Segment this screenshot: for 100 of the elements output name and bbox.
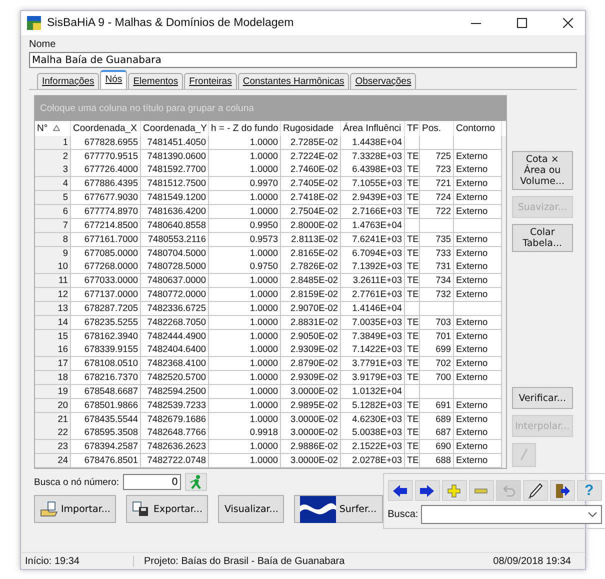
column-header[interactable]: h = - Z do fundo xyxy=(211,122,278,134)
column-header[interactable]: Coordenada_X xyxy=(73,122,137,134)
tab[interactable]: Informações xyxy=(37,73,100,89)
row-number: 6 xyxy=(35,204,71,219)
table-cell: 1.0000 xyxy=(209,357,281,372)
search-combo[interactable] xyxy=(421,505,602,524)
table-cell: 690 xyxy=(420,440,454,454)
tab[interactable]: Fronteiras xyxy=(184,73,237,89)
action-button[interactable]: Surfer... xyxy=(294,495,383,523)
column-header[interactable]: TF xyxy=(407,122,419,134)
side-button[interactable]: Verificar... xyxy=(512,387,573,409)
column-header[interactable]: N° xyxy=(37,122,48,134)
table-cell: 3.0000E-02 xyxy=(281,426,341,440)
folder-document-icon xyxy=(40,501,58,517)
toolbar-button[interactable] xyxy=(388,480,413,501)
table-cell: 7482636.2623 xyxy=(141,440,209,454)
table-cell: 1.0000 xyxy=(209,246,281,260)
plus-icon xyxy=(446,482,462,498)
status-text: 08/09/2018 19:34 xyxy=(492,556,572,566)
table-cell: 678435.5544 xyxy=(71,412,141,427)
table-cell: 7480728.5000 xyxy=(141,260,209,274)
table-cell: 677726.4000 xyxy=(71,163,141,178)
table-cell: 732 xyxy=(420,288,454,302)
column-header[interactable]: Coordenada_Y xyxy=(143,122,207,134)
table-cell: 677886.4395 xyxy=(71,177,141,192)
column-header[interactable]: Área Influênci xyxy=(343,122,402,134)
table-cell: 678339.9155 xyxy=(71,343,141,358)
table-cell: 7.1422E+03 xyxy=(341,343,405,358)
table-cell: 3.0000E-02 xyxy=(281,454,341,468)
table-cell: 7482679.1686 xyxy=(141,412,209,427)
row-number: 3 xyxy=(35,163,71,178)
table-cell: TE xyxy=(405,274,420,288)
table-cell: 700 xyxy=(420,371,454,386)
table-cell: 7480704.5000 xyxy=(141,246,209,260)
table-cell: 678216.7370 xyxy=(71,371,141,386)
table-cell: 703 xyxy=(420,316,454,330)
table-cell: 0.9918 xyxy=(209,426,281,440)
table-cell: 2.8113E-02 xyxy=(281,232,341,247)
table-cell: Externo xyxy=(454,246,502,260)
table-cell: 677268.0000 xyxy=(71,260,141,274)
tab[interactable]: Constantes Harmônicas xyxy=(238,73,350,89)
table-cell: TE xyxy=(405,426,420,440)
tab[interactable]: Observações xyxy=(350,73,416,89)
table-cell: 1.0000 xyxy=(209,398,281,413)
table-cell: 1.4146E+04 xyxy=(341,302,405,316)
maximize-icon[interactable] xyxy=(517,18,527,28)
table-cell: 1.0000 xyxy=(209,384,281,399)
column-header[interactable]: Contorno xyxy=(456,122,496,134)
table-cell: 723 xyxy=(420,163,454,178)
row-number: 20 xyxy=(35,398,71,413)
table-cell: 2.9050E-02 xyxy=(281,330,341,344)
table-cell: 1.0000 xyxy=(209,343,281,358)
table-cell: 2.1522E+03 xyxy=(341,440,405,454)
window-title: SisBaHiA 9 - Malhas & Domínios de Modelagem xyxy=(47,17,294,29)
table-cell: 7480553.2116 xyxy=(141,232,209,247)
close-icon[interactable] xyxy=(563,18,573,28)
row-number: 5 xyxy=(35,191,71,206)
toolbar-button[interactable] xyxy=(414,480,440,501)
table-cell: 7482268.7050 xyxy=(141,316,209,330)
tab[interactable]: Nós xyxy=(100,70,128,89)
toolbar-button[interactable] xyxy=(550,480,575,501)
name-field[interactable]: Malha Baía de Guanabara xyxy=(29,52,577,68)
row-number: 18 xyxy=(35,371,71,386)
table-cell: 678162.3940 xyxy=(71,330,141,344)
toolbar-button[interactable] xyxy=(522,480,548,501)
table-cell: TE xyxy=(405,232,420,247)
row-number: 17 xyxy=(35,357,71,372)
table-cell: Externo xyxy=(454,204,502,219)
table-cell: 1.0000 xyxy=(209,454,281,468)
table-cell: 725 xyxy=(420,150,454,164)
column-header[interactable]: Rugosidade xyxy=(283,122,334,134)
row-number: 16 xyxy=(35,343,71,358)
table-cell: 7482336.6725 xyxy=(141,302,209,316)
table-cell: 689 xyxy=(420,412,454,427)
table-cell: Externo xyxy=(454,232,502,247)
table-cell: 7480640.8558 xyxy=(141,218,209,233)
wave-logo-icon xyxy=(300,496,336,522)
table-cell: 7481549.1200 xyxy=(141,191,209,206)
action-button[interactable]: Exportar... xyxy=(126,495,208,523)
table-cell: 5.1282E+03 xyxy=(341,398,405,413)
column-header[interactable]: Pos. xyxy=(422,122,442,134)
row-number: 1 xyxy=(35,136,71,150)
side-button[interactable]: Colar Tabela... xyxy=(512,224,573,252)
go-button[interactable] xyxy=(185,473,208,491)
row-number: 22 xyxy=(35,426,71,440)
table-cell: 7.1055E+03 xyxy=(341,177,405,192)
table-cell: 733 xyxy=(420,246,454,260)
action-button[interactable]: Importar... xyxy=(34,495,116,523)
table-cell: 678287.7205 xyxy=(71,302,141,316)
tab[interactable]: Elementos xyxy=(128,73,184,89)
table-cell: 7481512.7500 xyxy=(141,177,209,192)
node-number-field[interactable]: 0 xyxy=(123,474,182,490)
table-cell: 2.8790E-02 xyxy=(281,357,341,372)
table-cell: 678501.9866 xyxy=(71,398,141,413)
table-cell: 687 xyxy=(420,426,454,440)
table-cell: 678476.8501 xyxy=(71,454,141,468)
side-button[interactable]: Cota × Área ou Volume... xyxy=(512,151,573,190)
row-number: 10 xyxy=(35,260,71,274)
field-label: Busca: xyxy=(388,509,418,520)
action-button[interactable]: Visualizar... xyxy=(218,495,284,523)
